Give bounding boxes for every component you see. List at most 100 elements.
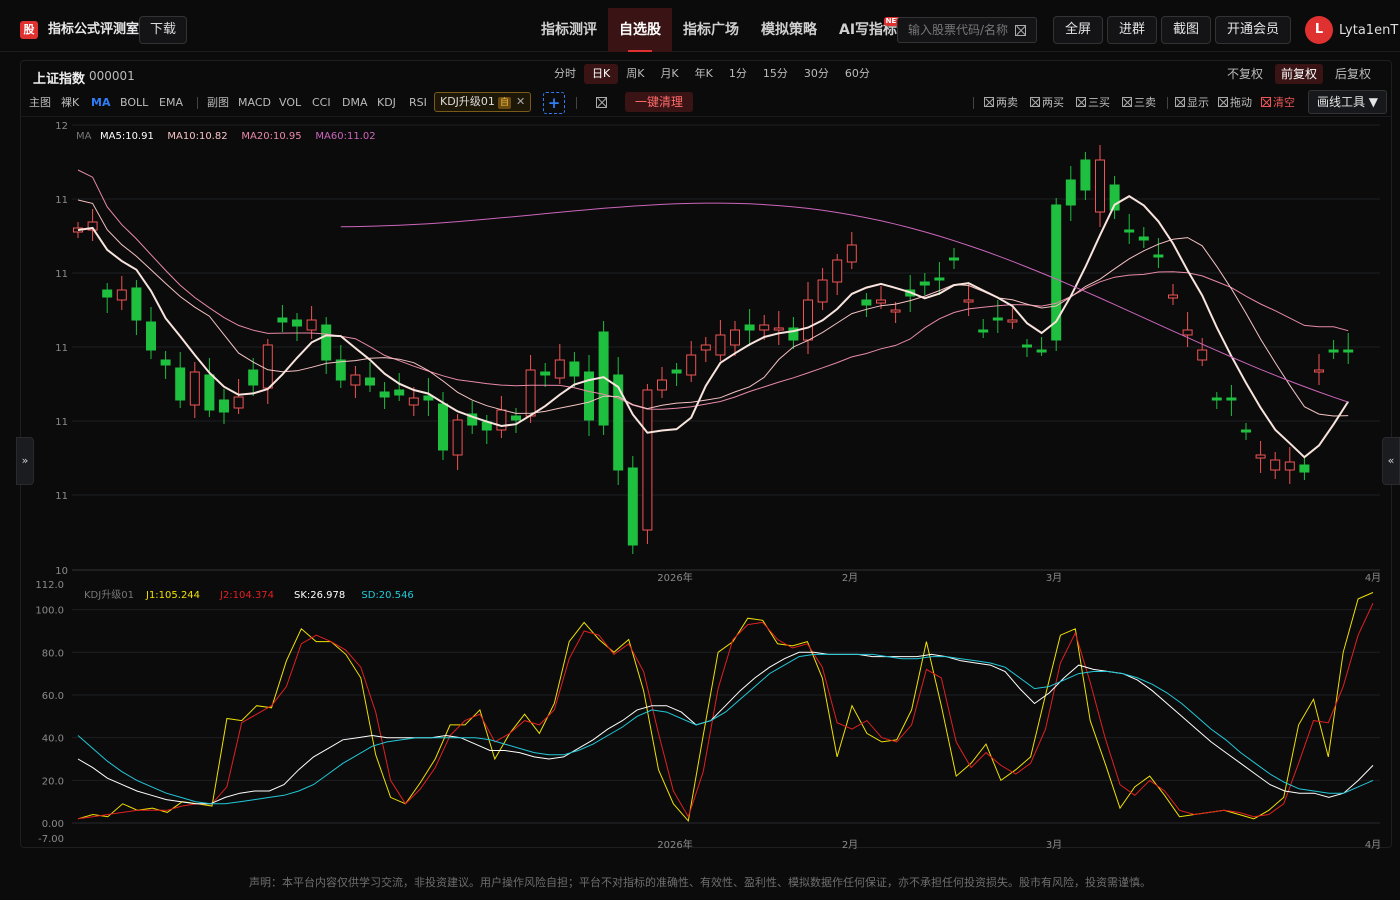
chart-canvas[interactable]: 12 11 11 11 11 11 10 2026年 2月 3月 4月 MA MA5:10.91 MA10… [0, 0, 1400, 900]
kdj-y-tick-label: 20.0 [42, 776, 64, 787]
candle-body [102, 289, 113, 298]
candle-body [379, 391, 390, 398]
candle-body [204, 374, 215, 411]
candle-body [262, 344, 273, 389]
candle-body [452, 419, 463, 456]
candle-body [642, 389, 653, 531]
candle-body [146, 321, 156, 351]
ma-legend-item: MA10:10.82 [167, 131, 227, 142]
candle-body [627, 467, 638, 546]
expand-right-icon[interactable]: « [1382, 437, 1400, 485]
candle-body [846, 244, 857, 263]
candle-body [350, 374, 361, 386]
candle-body [1007, 319, 1018, 323]
candle-body [1080, 159, 1091, 191]
candle-body [1124, 229, 1135, 233]
candle-body [175, 367, 186, 401]
candle-body [1153, 254, 1164, 258]
candle-body [773, 327, 784, 331]
kdj-y-tick-label: 112.0 [35, 580, 64, 591]
ma-legend-item: MA60:11.02 [315, 131, 375, 142]
candle-body [700, 344, 711, 351]
candle-body [686, 354, 697, 376]
expand-left-icon[interactable]: » [16, 437, 34, 485]
candle-body [1168, 294, 1178, 299]
kdj-series-sd [77, 653, 1374, 805]
candle-body [1241, 429, 1251, 433]
candle-body [525, 369, 536, 417]
candle-body [511, 415, 521, 421]
candle-body [715, 334, 726, 356]
candle-body [963, 299, 974, 303]
kdj-y-tick-label: 0.00 [42, 819, 64, 830]
y-tick-label: 10 [55, 566, 68, 577]
candle-body [408, 397, 419, 406]
candle-body [1328, 349, 1339, 353]
disclaimer: 声明：本平台内容仅供学习交流，非投资建议。用户操作风险自担；平台不对指标的准确性… [249, 876, 1151, 889]
candle-body [671, 369, 682, 374]
x-tick-label: 3月 [1046, 572, 1062, 584]
kdj-x-tick-label: 2月 [842, 839, 858, 851]
candle-body [248, 369, 259, 386]
ma-legend-item: MA5:10.91 [100, 131, 154, 142]
kdj-series-sk [77, 651, 1374, 805]
candle-body [1314, 369, 1324, 373]
candle-body [1036, 349, 1047, 353]
candle-body [730, 329, 740, 346]
ma-legend-title: MA [76, 131, 92, 142]
candle-body [890, 309, 901, 313]
kdj-series-j1 [77, 592, 1374, 823]
candle-body [335, 359, 346, 381]
candle-body [277, 317, 288, 323]
candle-body [817, 279, 828, 303]
candle-body [832, 259, 843, 283]
candle-body [1065, 179, 1076, 206]
x-tick-label: 4月 [1365, 572, 1381, 584]
candle-body [1284, 461, 1295, 471]
candle-body [978, 329, 989, 333]
candle-body [1255, 454, 1266, 459]
candle-body [934, 277, 945, 281]
kdj-chart [77, 592, 1374, 823]
candle-body [1343, 349, 1354, 353]
candle-body [1226, 397, 1237, 401]
y-tick-label: 11 [55, 491, 68, 502]
candle-body [116, 289, 127, 301]
y-tick-label: 11 [55, 269, 68, 280]
y-tick-label: 12 [55, 121, 68, 132]
ma-legend-item: MA20:10.95 [241, 131, 301, 142]
candle-body [744, 324, 755, 331]
candle-body [992, 317, 1003, 321]
kdj-y-tick-label: 40.0 [42, 734, 64, 745]
candle-body [1022, 344, 1032, 348]
x-tick-label: 2月 [842, 572, 858, 584]
candle-body [160, 359, 171, 366]
kdj-legend-item: SD:20.546 [361, 590, 413, 601]
kdj-y-tick-label: -7.00 [38, 834, 64, 845]
candle-body [803, 299, 813, 341]
kdj-y-tick-label: 100.0 [35, 606, 64, 617]
kdj-legend-item: J1:105.244 [145, 590, 200, 601]
candle-body [394, 389, 405, 396]
candle-body [365, 377, 375, 386]
y-tick-label: 11 [55, 195, 68, 206]
candle-body [321, 324, 332, 361]
kdj-legend-item: J2:104.374 [219, 590, 274, 601]
candle-body [876, 299, 886, 304]
candle-body [919, 281, 930, 286]
kdj-series-j2 [77, 602, 1374, 820]
candle-body [189, 371, 200, 406]
candle-body [438, 403, 448, 451]
kdj-y-tick-label: 60.0 [42, 691, 64, 702]
candle-body [1270, 459, 1281, 471]
candle-body [131, 287, 142, 321]
candle-body [1095, 159, 1105, 213]
kdj-legend-item: SK:26.978 [294, 590, 345, 601]
candle-body [540, 371, 551, 376]
candle-body [657, 379, 667, 391]
candle-body [1182, 329, 1193, 336]
candle-body [233, 396, 244, 409]
kdj-x-tick-label: 4月 [1365, 839, 1381, 851]
ma5-line [77, 195, 1350, 459]
candle-body [949, 257, 959, 261]
